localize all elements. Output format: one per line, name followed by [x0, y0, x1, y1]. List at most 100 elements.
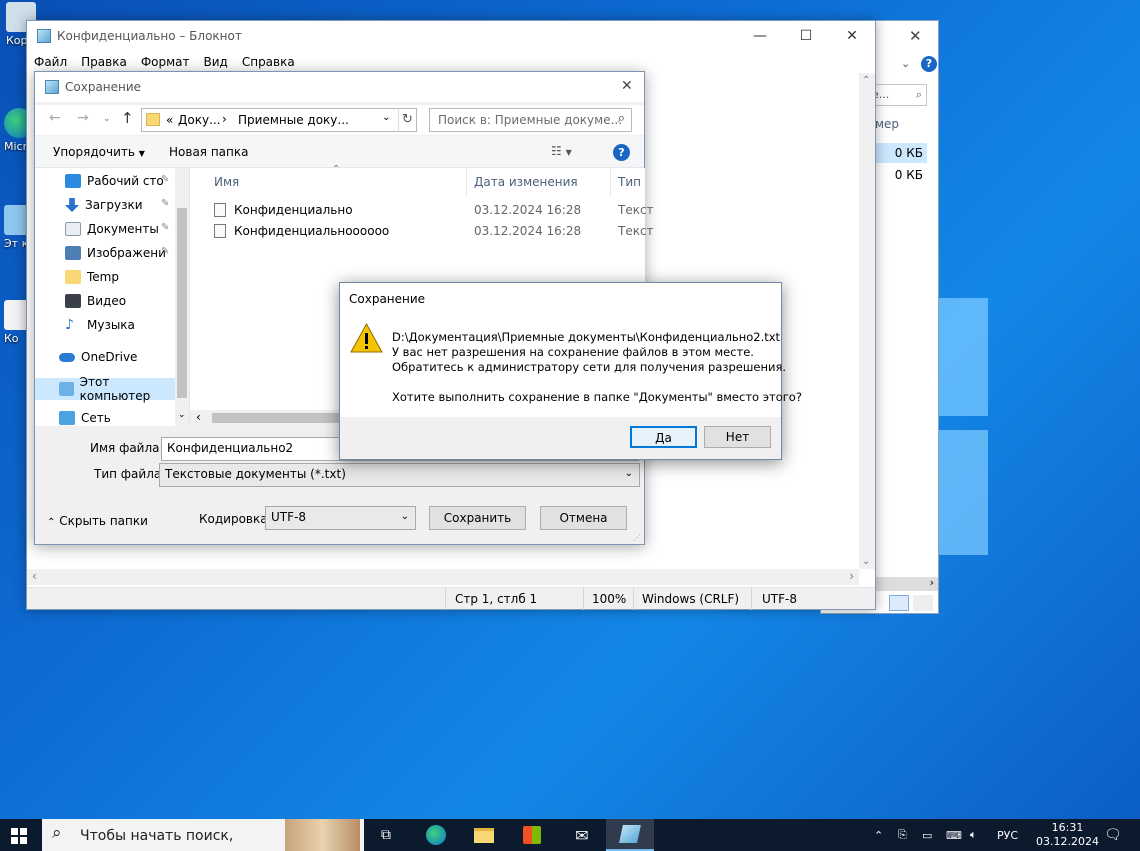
- no-button[interactable]: Нет: [704, 426, 771, 448]
- alert-path: D:\Документация\Приемные документы\Конфи…: [392, 330, 781, 344]
- permission-alert-dialog[interactable]: Сохранение D:\Документация\Приемные доку…: [339, 282, 802, 460]
- volume-icon[interactable]: 🔈︎: [970, 819, 977, 851]
- scroll-right-icon[interactable]: ›: [849, 569, 854, 583]
- save-button[interactable]: Сохранить: [429, 506, 526, 530]
- filetype-label: Тип файла:: [94, 467, 166, 481]
- alert-message: У вас нет разрешения на сохранение файло…: [392, 345, 754, 359]
- battery-icon[interactable]: ▭: [922, 819, 932, 851]
- nav-item-this-pc[interactable]: Этот компьютер: [35, 375, 175, 403]
- resize-grip-icon[interactable]: ⋰: [633, 533, 641, 542]
- menu-file[interactable]: Файл: [27, 53, 74, 71]
- details-view-icon[interactable]: [889, 595, 909, 611]
- taskbar-search[interactable]: ⌕ Чтобы начать поиск,: [42, 819, 364, 851]
- close-button[interactable]: ✕: [829, 21, 875, 51]
- view-options-icon[interactable]: ☷ ▼: [551, 144, 572, 158]
- tray-chevron-icon[interactable]: ⌃: [874, 819, 883, 851]
- network-icon: [59, 411, 75, 425]
- up-arrow-icon[interactable]: ↑: [121, 109, 134, 127]
- new-folder-button[interactable]: Новая папка: [169, 145, 248, 159]
- taskbar-notepad[interactable]: [606, 819, 654, 851]
- filename-label: Имя файла:: [90, 441, 164, 455]
- search-input[interactable]: Поиск в: Приемные докуме... ⌕: [429, 108, 632, 132]
- column-date[interactable]: Дата изменения: [474, 168, 578, 196]
- scroll-left-icon[interactable]: ‹: [32, 569, 37, 583]
- taskbar-file-explorer[interactable]: [460, 819, 508, 851]
- sort-ascending-icon: ⌃: [332, 164, 341, 175]
- clock-date: 03.12.2024: [1036, 835, 1099, 848]
- menu-format[interactable]: Формат: [134, 53, 197, 71]
- pin-icon: ✎: [161, 246, 170, 257]
- refresh-icon[interactable]: ↻: [402, 112, 413, 127]
- vertical-scrollbar[interactable]: ⌃ ⌄: [859, 73, 875, 569]
- help-icon[interactable]: ?: [613, 144, 630, 161]
- chevron-down-icon[interactable]: ⌄: [382, 112, 390, 123]
- large-icons-view-icon[interactable]: [913, 595, 933, 611]
- scroll-left-icon[interactable]: ‹: [196, 410, 201, 424]
- breadcrumb-item[interactable]: Приемные доку...: [238, 113, 349, 127]
- column-name[interactable]: Имя: [214, 168, 239, 196]
- filetype-select[interactable]: Текстовые документы (*.txt) ⌄: [159, 463, 640, 487]
- breadcrumb-item[interactable]: Доку...: [178, 113, 221, 127]
- organize-button[interactable]: Упорядочить ▼: [53, 145, 145, 159]
- notepad-app-icon: [37, 29, 51, 43]
- search-icon: ⌕: [617, 111, 625, 126]
- documents-icon: [65, 222, 81, 236]
- clock[interactable]: 16:31 03.12.2024: [1036, 819, 1099, 851]
- file-row[interactable]: Конфиденциальноооооо 03.12.2024 16:28 Те…: [214, 221, 654, 241]
- store-icon: [523, 826, 541, 844]
- mail-icon: ✉: [575, 825, 589, 845]
- horizontal-scrollbar[interactable]: ‹ ›: [27, 569, 859, 585]
- hide-folders-button[interactable]: ⌃ Скрыть папки: [47, 514, 148, 528]
- taskbar-store[interactable]: [508, 819, 556, 851]
- chevron-down-icon[interactable]: ⌄: [901, 57, 910, 70]
- size-column-header[interactable]: мер: [875, 117, 899, 131]
- close-icon[interactable]: ✕: [621, 78, 633, 94]
- yes-button[interactable]: Да: [630, 426, 697, 448]
- maximize-icon: ☐: [799, 28, 813, 44]
- menu-help[interactable]: Справка: [235, 53, 302, 71]
- cancel-button[interactable]: Отмена: [540, 506, 627, 530]
- onedrive-icon: [59, 352, 75, 362]
- back-arrow-icon[interactable]: ←: [49, 110, 61, 126]
- search-input[interactable]: е... ⌕: [867, 84, 927, 106]
- pin-icon: ✎: [161, 174, 170, 185]
- breadcrumb-separator[interactable]: ›: [222, 112, 227, 126]
- scroll-up-icon[interactable]: ⌃: [862, 75, 870, 86]
- language-indicator[interactable]: РУС: [997, 819, 1018, 851]
- scroll-down-icon[interactable]: ⌄: [178, 410, 186, 420]
- help-icon[interactable]: ?: [921, 56, 937, 72]
- this-pc-icon: [59, 382, 74, 396]
- taskbar-edge[interactable]: [412, 819, 460, 851]
- alert-title: Сохранение: [349, 292, 426, 306]
- network-icon[interactable]: ⌨: [946, 819, 962, 851]
- column-type[interactable]: Тип: [618, 168, 641, 196]
- minimize-button[interactable]: —: [737, 21, 783, 51]
- edge-icon: [426, 825, 446, 845]
- breadcrumb-overflow[interactable]: «: [166, 113, 173, 127]
- menu-edit[interactable]: Правка: [74, 53, 134, 71]
- recent-locations-icon[interactable]: ⌄: [103, 114, 111, 124]
- menu-bar: Файл Правка Формат Вид Справка: [27, 53, 302, 71]
- start-button[interactable]: [11, 828, 27, 844]
- scroll-down-icon[interactable]: ⌄: [862, 556, 870, 567]
- forward-arrow-icon[interactable]: →: [77, 110, 89, 126]
- task-view-button[interactable]: ⧉: [362, 819, 410, 851]
- close-icon[interactable]: ✕: [909, 27, 922, 45]
- search-highlight-image[interactable]: [285, 819, 360, 851]
- window-title: Конфиденциально – Блокнот: [57, 29, 242, 43]
- music-icon: ♪: [65, 317, 74, 333]
- address-bar[interactable]: « Доку... › Приемные доку... ⌄ ↻: [141, 108, 417, 132]
- scroll-thumb[interactable]: [177, 208, 187, 398]
- encoding-select[interactable]: UTF-8 ⌄: [265, 506, 416, 530]
- search-icon: ⌕: [52, 823, 62, 843]
- maximize-button[interactable]: ☐: [783, 21, 829, 51]
- folder-icon: [146, 113, 160, 126]
- taskbar-mail[interactable]: ✉: [558, 819, 606, 851]
- menu-view[interactable]: Вид: [197, 53, 235, 71]
- file-row[interactable]: Конфиденциально 03.12.2024 16:28 Текст: [214, 200, 654, 220]
- nav-scrollbar[interactable]: ⌄: [175, 168, 189, 426]
- notifications-icon[interactable]: 🗨︎: [1104, 819, 1122, 851]
- meet-now-icon[interactable]: ⎘: [898, 819, 907, 851]
- chevron-right-icon[interactable]: ›: [930, 576, 934, 589]
- navigation-pane: Рабочий сто ✎ Загрузки ✎ Документы ✎ Изо…: [35, 168, 189, 426]
